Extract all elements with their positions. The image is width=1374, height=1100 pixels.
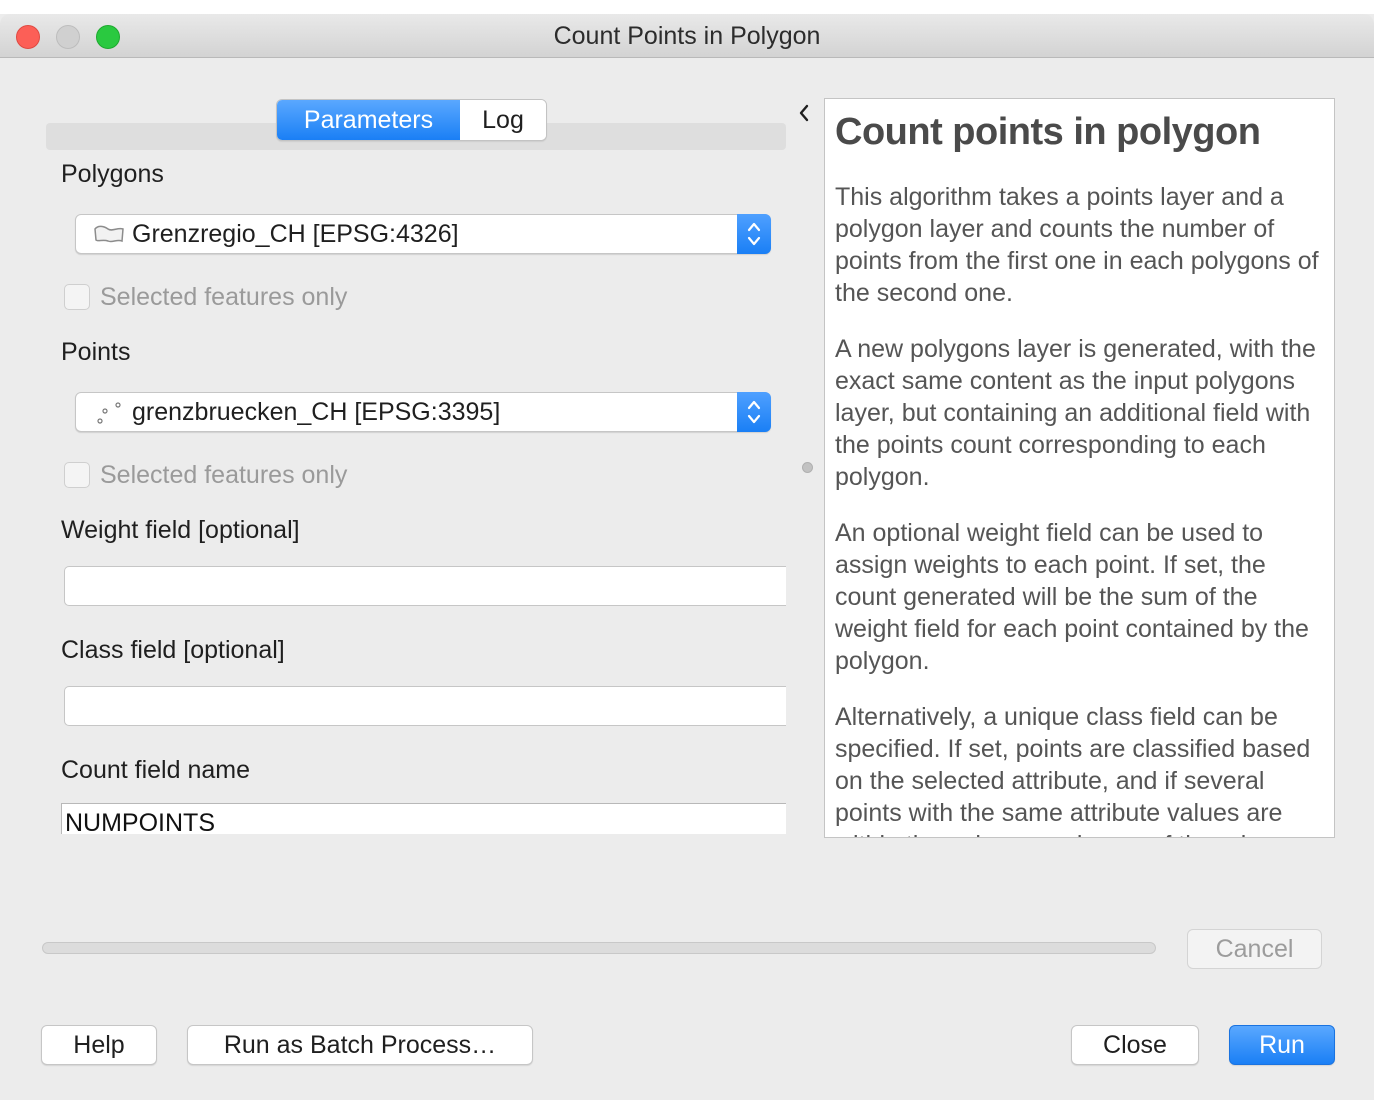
- window-title: Count Points in Polygon: [553, 22, 821, 50]
- splitter-handle[interactable]: [802, 462, 813, 473]
- cancel-button[interactable]: Cancel: [1187, 929, 1322, 969]
- points-combobox[interactable]: grenzbruecken_CH [EPSG:3395]: [75, 392, 771, 432]
- help-title: Count points in polygon: [835, 111, 1261, 153]
- progress-bar: [42, 942, 1156, 954]
- help-button[interactable]: Help: [41, 1025, 157, 1065]
- count-field-input[interactable]: NUMPOINTS: [61, 803, 786, 834]
- class-field-input[interactable]: [64, 686, 786, 726]
- chevron-updown-icon: [737, 214, 771, 254]
- run-button[interactable]: Run: [1229, 1025, 1335, 1065]
- count-field-label: Count field name: [61, 756, 251, 784]
- polygon-layer-icon: [92, 223, 126, 247]
- tab-log[interactable]: Log: [460, 100, 546, 140]
- polygons-selected-only-checkbox[interactable]: [64, 284, 90, 310]
- polygons-selected-only-label: Selected features only: [100, 283, 348, 311]
- tab-bar: Parameters Log: [276, 99, 547, 141]
- point-layer-icon: [92, 401, 126, 425]
- weight-field-label: Weight field [optional]: [61, 516, 300, 544]
- points-label: Points: [61, 338, 131, 366]
- count-field-value: NUMPOINTS: [65, 809, 215, 834]
- help-paragraph: Alternatively, a unique class field can …: [835, 703, 1311, 837]
- polygons-combobox[interactable]: Grenzregio_CH [EPSG:4326]: [75, 214, 771, 254]
- polygons-combobox-value: Grenzregio_CH [EPSG:4326]: [132, 220, 459, 248]
- points-combobox-value: grenzbruecken_CH [EPSG:3395]: [132, 398, 501, 426]
- help-panel: Count points in polygon This algorithm t…: [824, 98, 1335, 838]
- title-bar: Count Points in Polygon: [0, 14, 1374, 58]
- weight-field-input[interactable]: [64, 566, 786, 606]
- help-paragraph: An optional weight field can be used to …: [835, 519, 1309, 675]
- window-edge: [0, 0, 1374, 14]
- polygons-label: Polygons: [61, 160, 164, 188]
- help-paragraph: This algorithm takes a points layer and …: [835, 183, 1319, 307]
- chevron-updown-icon: [737, 392, 771, 432]
- collapse-help-icon[interactable]: [797, 102, 811, 130]
- run-as-batch-button[interactable]: Run as Batch Process…: [187, 1025, 533, 1065]
- tab-parameters[interactable]: Parameters: [277, 100, 460, 140]
- points-selected-only-checkbox[interactable]: [64, 462, 90, 488]
- class-field-label: Class field [optional]: [61, 636, 285, 664]
- help-paragraph: A new polygons layer is generated, with …: [835, 335, 1316, 491]
- close-button[interactable]: Close: [1071, 1025, 1199, 1065]
- points-selected-only-label: Selected features only: [100, 461, 348, 489]
